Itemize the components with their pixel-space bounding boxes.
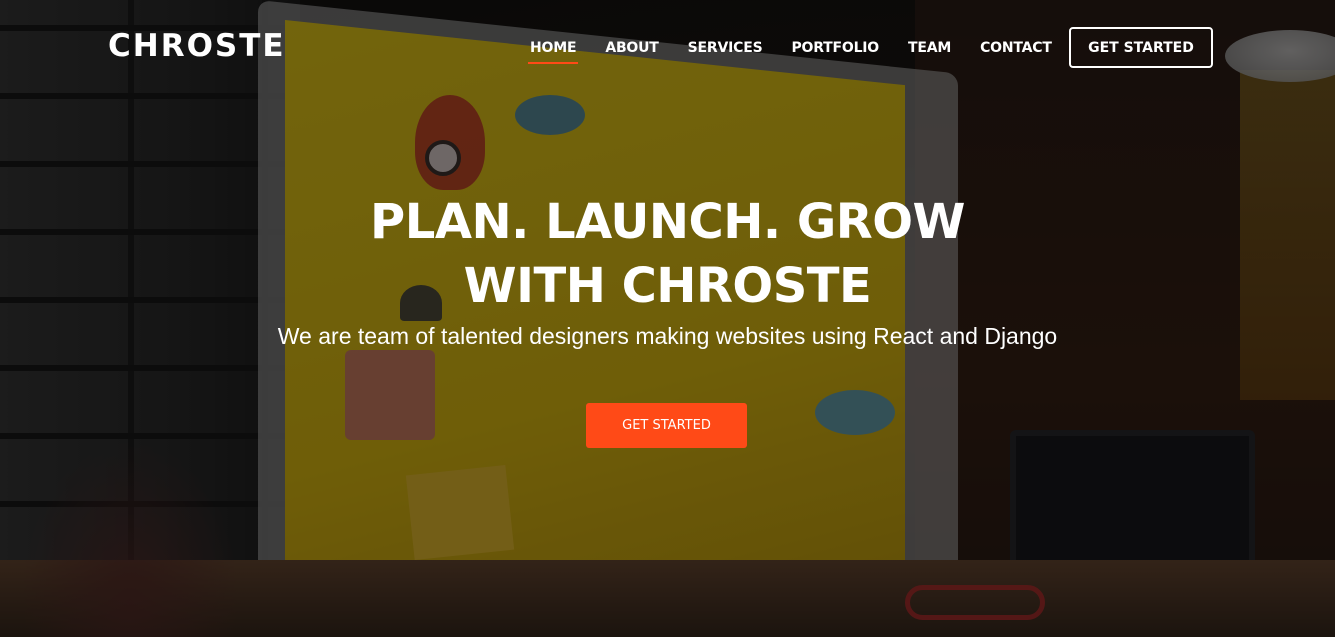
hero-subtitle: We are team of talented designers making… (277, 323, 1058, 349)
nav-item-home[interactable]: HOME (520, 40, 586, 64)
hero-title: PLAN. LAUNCH. GROW WITH CHROSTE (0, 190, 1335, 318)
site-header: CHROSTE HOME ABOUT SERVICES PORTFOLIO TE… (0, 0, 1335, 95)
dark-overlay (0, 0, 1335, 637)
hero-background-image (0, 0, 1335, 637)
hero-title-line1: PLAN. LAUNCH. GROW (370, 194, 965, 250)
nav-item-about[interactable]: ABOUT (595, 40, 668, 64)
nav-item-team[interactable]: TEAM (898, 40, 961, 64)
nav-item-contact[interactable]: CONTACT (970, 40, 1062, 64)
hero-get-started-button[interactable]: GET STARTED (586, 403, 747, 448)
nav-item-portfolio[interactable]: PORTFOLIO (781, 40, 889, 64)
header-get-started-button[interactable]: GET STARTED (1069, 27, 1213, 68)
hero-title-line2: WITH CHROSTE (463, 258, 872, 314)
main-nav: HOME ABOUT SERVICES PORTFOLIO TEAM CONTA… (520, 40, 1071, 64)
site-logo[interactable]: CHROSTE (108, 28, 286, 64)
nav-item-services[interactable]: SERVICES (678, 40, 773, 64)
